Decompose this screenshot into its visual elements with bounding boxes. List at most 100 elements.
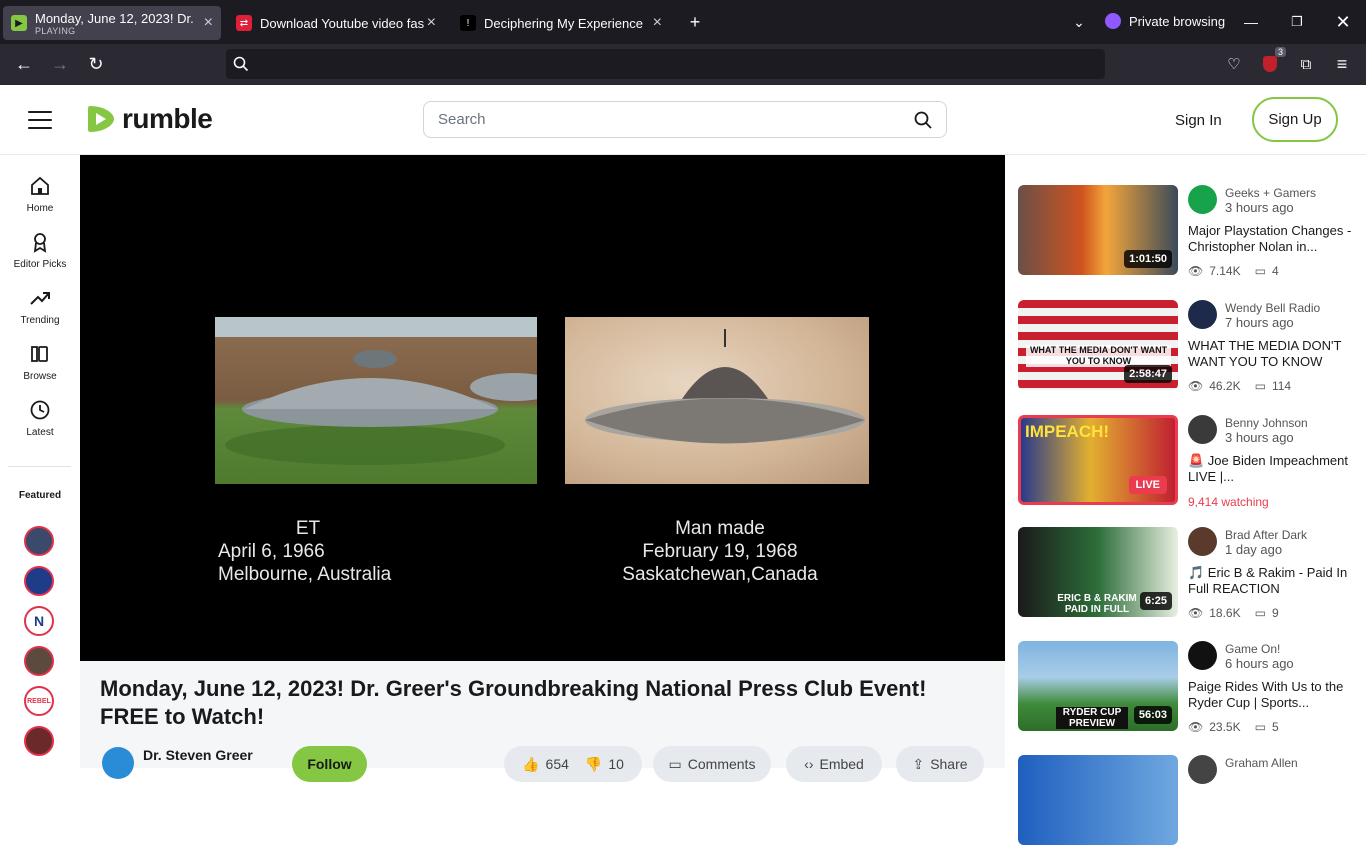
chevron-down-icon[interactable]: ⌄ (1067, 10, 1091, 34)
video-thumbnail[interactable]: IMPEACH! LIVE (1018, 415, 1178, 505)
recommended-card[interactable]: IMPEACH! LIVE Benny Johnson 3 hours ago … (1018, 415, 1363, 509)
menu-icon[interactable]: ≡ (1330, 52, 1354, 76)
eye-icon: 👁 (1188, 606, 1204, 620)
channel-avatar[interactable] (102, 747, 134, 779)
channel-name[interactable]: Dr. Steven Greer (143, 747, 253, 763)
recommended-card[interactable]: WHAT THE MEDIA DON'T WANT YOU TO KNOW 2:… (1018, 300, 1363, 393)
video-thumbnail[interactable]: ERIC B & RAKIM PAID IN FULL 6:25 (1018, 527, 1178, 617)
search-input[interactable] (438, 111, 914, 128)
comments-button[interactable]: ▭ Comments (653, 746, 771, 782)
comment-icon: ▭ (1254, 379, 1266, 393)
sidebar-item-latest[interactable]: Latest (0, 399, 80, 438)
video-title[interactable]: 🎵 Eric B & Rakim - Paid In Full REACTION (1188, 565, 1358, 597)
share-button[interactable]: ⇪ Share (896, 746, 984, 782)
featured-channel-avatar[interactable] (24, 526, 54, 556)
video-title[interactable]: Paige Rides With Us to the Ryder Cup | S… (1188, 679, 1358, 711)
comment-count: 114 (1271, 379, 1292, 393)
close-window-icon[interactable]: ✕ (1331, 10, 1355, 34)
video-frame-right (565, 317, 869, 484)
video-title[interactable]: WHAT THE MEDIA DON'T WANT YOU TO KNOW (1188, 338, 1358, 370)
play-icon: ▶ (11, 15, 27, 31)
recommended-card[interactable]: ERIC B & RAKIM PAID IN FULL 6:25 Brad Af… (1018, 527, 1363, 620)
sign-in-link[interactable]: Sign In (1175, 112, 1222, 129)
restore-icon[interactable]: ❐ (1285, 10, 1309, 34)
tab-rumble[interactable]: ▶ Monday, June 12, 2023! Dr. Gree PLAYIN… (3, 6, 221, 40)
channel-name[interactable]: Geeks + Gamers (1225, 186, 1316, 200)
video-player[interactable]: ET April 6, 1966 Melbourne, Australia Ma… (80, 155, 1005, 661)
new-tab-icon[interactable]: + (683, 10, 707, 34)
featured-channel-avatar[interactable] (24, 566, 54, 596)
featured-channel-avatar[interactable] (24, 646, 54, 676)
video-thumbnail[interactable] (1018, 755, 1178, 845)
channel-name[interactable]: Game On! (1225, 642, 1280, 656)
extensions-icon[interactable]: ⧉ (1294, 52, 1318, 76)
browser-tab-bar: ▶ Monday, June 12, 2023! Dr. Gree PLAYIN… (0, 0, 1366, 44)
channel-avatar[interactable] (1188, 300, 1217, 329)
thumbs-down-icon[interactable]: 👎 (585, 756, 602, 773)
search-box[interactable] (423, 101, 947, 138)
embed-button[interactable]: ‹› Embed (786, 746, 882, 782)
close-tab-icon[interactable]: × (653, 14, 662, 32)
channel-avatar[interactable] (1188, 527, 1217, 556)
channel-avatar[interactable] (1188, 641, 1217, 670)
comment-icon: ▭ (668, 755, 682, 772)
follow-button[interactable]: Follow (292, 746, 367, 782)
caption-line: February 19, 1968 (642, 541, 798, 562)
search-icon[interactable] (914, 111, 932, 129)
close-tab-icon[interactable]: × (204, 14, 213, 32)
video-title[interactable]: Major Playstation Changes - Christopher … (1188, 223, 1358, 255)
channel-avatar[interactable] (1188, 415, 1217, 444)
reload-icon[interactable]: ↻ (84, 52, 108, 76)
site-header: rumble Sign In Sign Up (0, 85, 1366, 155)
dislike-count: 10 (608, 756, 624, 772)
featured-channel-avatar[interactable] (24, 726, 54, 756)
video-thumbnail[interactable]: 1:01:50 (1018, 185, 1178, 275)
thumbnail-text: RYDER CUP PREVIEW (1056, 707, 1128, 729)
video-thumbnail[interactable]: RYDER CUP PREVIEW 56:03 (1018, 641, 1178, 731)
video-info: Monday, June 12, 2023! Dr. Greer's Groun… (80, 661, 1005, 782)
duration-badge: 56:03 (1133, 706, 1172, 724)
featured-channel-avatar[interactable]: REBEL (24, 686, 54, 716)
close-tab-icon[interactable]: × (427, 14, 436, 32)
rumble-logo[interactable]: rumble (86, 103, 213, 135)
video-title[interactable]: 🚨 Joe Biden Impeachment LIVE |... (1188, 453, 1358, 485)
left-sidebar: Home Editor Picks Trending Browse Latest… (0, 155, 80, 768)
recommended-card[interactable]: RYDER CUP PREVIEW 56:03 Game On! 6 hours… (1018, 641, 1363, 734)
ublock-icon[interactable]: 3 (1258, 47, 1286, 76)
channel-name[interactable]: Brad After Dark (1225, 528, 1307, 542)
channel-name[interactable]: Wendy Bell Radio (1225, 301, 1320, 315)
tab-youtube-download[interactable]: ⇄ Download Youtube video fast, c × (228, 6, 444, 40)
thumbs-up-icon[interactable]: 👍 (522, 756, 539, 773)
sidebar-item-trending[interactable]: Trending (0, 287, 80, 326)
url-bar[interactable] (226, 49, 1105, 79)
sign-up-button[interactable]: Sign Up (1252, 97, 1338, 142)
back-icon[interactable]: ← (12, 52, 36, 76)
download-site-icon: ⇄ (236, 15, 252, 31)
channel-avatar[interactable] (1188, 185, 1217, 214)
channel-name[interactable]: Benny Johnson (1225, 416, 1308, 430)
tab-deciphering[interactable]: ! Deciphering My Experience × (452, 6, 670, 40)
video-thumbnail[interactable]: WHAT THE MEDIA DON'T WANT YOU TO KNOW 2:… (1018, 300, 1178, 390)
sidebar-item-label: Latest (26, 427, 54, 438)
pocket-icon[interactable]: ♡ (1222, 52, 1246, 76)
award-icon (33, 233, 47, 253)
forward-icon[interactable]: → (48, 52, 72, 76)
trending-icon (30, 292, 50, 305)
recommended-card[interactable]: 1:01:50 Geeks + Gamers 3 hours ago Major… (1018, 185, 1363, 278)
recommended-card[interactable]: Graham Allen (1018, 755, 1363, 847)
comment-count: 5 (1271, 720, 1279, 734)
upload-time: 3 hours ago (1225, 430, 1294, 445)
hamburger-menu-icon[interactable] (28, 111, 52, 129)
minimize-icon[interactable]: — (1239, 10, 1263, 34)
duration-badge: 6:25 (1139, 592, 1172, 610)
sidebar-item-editor-picks[interactable]: Editor Picks (0, 231, 80, 270)
duration-badge: 2:58:47 (1124, 365, 1172, 383)
channel-avatar[interactable] (1188, 755, 1217, 784)
featured-channel-avatar[interactable]: N (24, 606, 54, 636)
sidebar-item-browse[interactable]: Browse (0, 343, 80, 382)
like-count: 654 (545, 756, 569, 772)
video-caption-right: Man made February 19, 1968 Saskatchewan,… (610, 517, 830, 586)
sidebar-item-home[interactable]: Home (0, 175, 80, 214)
sidebar-item-label: Home (26, 203, 54, 214)
video-stats: 👁 46.2K ▭ 114 (1188, 379, 1291, 393)
